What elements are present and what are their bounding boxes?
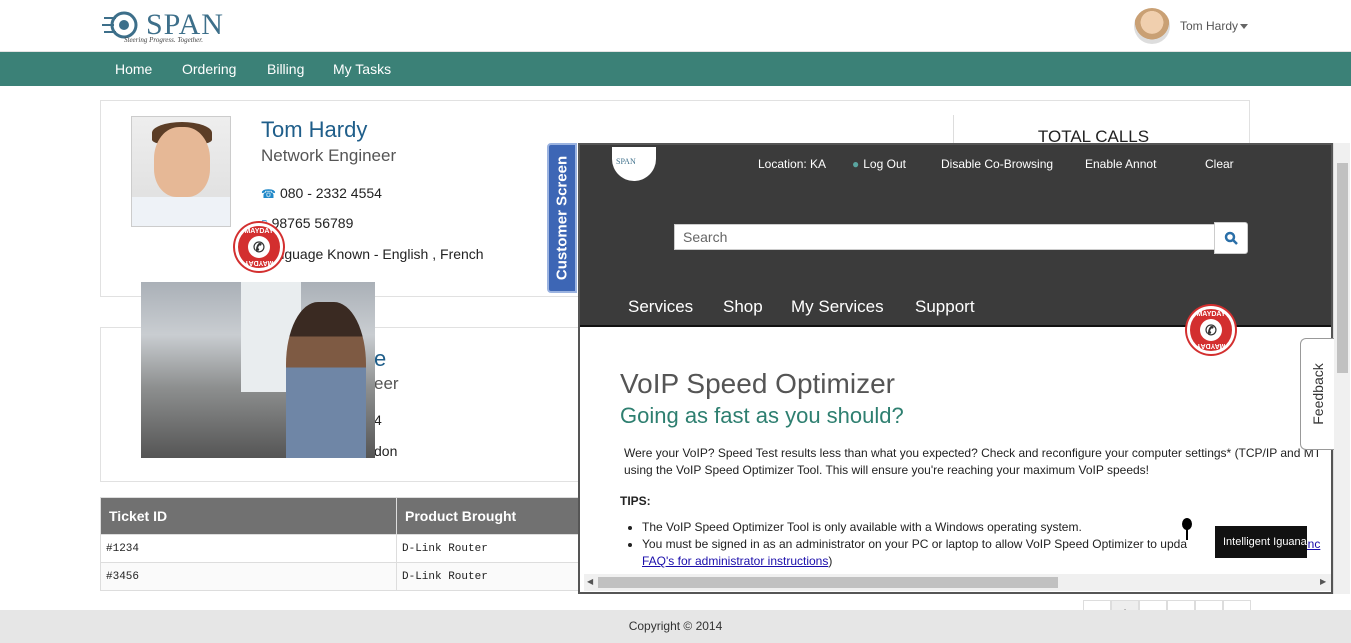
cs-search-input[interactable]: Search [674, 224, 1216, 250]
avatar [1134, 8, 1170, 44]
scroll-thumb[interactable] [1337, 163, 1348, 373]
user-menu[interactable]: Tom Hardy [1134, 8, 1249, 44]
cs-logo-text: SPAN [616, 157, 636, 166]
cs-horizontal-scrollbar[interactable]: ◀ ▶ [584, 574, 1331, 591]
product-cell: D-Link Router [396, 562, 580, 591]
video-feed[interactable] [141, 282, 375, 458]
cs-menu-shop[interactable]: Shop [723, 297, 763, 317]
phone-icon: ✆ [248, 236, 270, 258]
table-row[interactable]: #1234 D-Link Router [100, 534, 580, 563]
mayday-label-bottom: MAYDAY [1196, 342, 1226, 349]
page-vertical-scrollbar[interactable] [1333, 143, 1350, 594]
tip2-text: You must be signed in as an administrato… [642, 537, 1187, 551]
cs-header: SPAN Location: KA ● Log Out Disable Co-Br… [580, 145, 1331, 326]
mayday-label: MAYDAY [1196, 311, 1226, 318]
cs-page-subtitle: Going as fast as you should? [620, 403, 904, 428]
product-cell: D-Link Router [396, 534, 580, 563]
span-logo[interactable]: SPAN Steering Progress. Together. [102, 8, 232, 46]
cs-search-button[interactable] [1214, 222, 1248, 254]
cs-paragraph: Were your VoIP? Speed Test results less … [624, 446, 1321, 477]
profile-phone: ☎ 080 - 2332 4554 [261, 185, 382, 201]
cs-menu-support[interactable]: Support [915, 297, 975, 317]
second-language-fragment: don [374, 443, 398, 459]
mayday-label: MAYDAY [244, 228, 274, 235]
tooltip: Intelligent Iguana [1215, 526, 1307, 558]
profile-photo [131, 116, 231, 227]
nav-billing[interactable]: Billing [267, 61, 304, 77]
second-name-fragment: e [374, 346, 387, 371]
cs-menu-services[interactable]: Services [628, 297, 693, 317]
feedback-label: Feedback [1309, 363, 1326, 425]
cs-page-title: VoIP Speed Optimizer [620, 368, 895, 399]
phone-value: 080 - 2332 4554 [279, 185, 382, 201]
cs-logo[interactable]: SPAN [612, 147, 656, 181]
cs-tips-label: TIPS: [620, 494, 651, 508]
user-icon: ● [852, 157, 860, 171]
top-bar: SPAN Steering Progress. Together. Tom Ha… [0, 0, 1351, 52]
profile-role: Network Engineer [261, 146, 397, 165]
mayday-button-customer[interactable]: MAYDAY ✆ MAYDAY [1187, 306, 1235, 354]
customer-screen-tab[interactable]: Customer Screen [547, 143, 577, 293]
cs-clear[interactable]: Clear [1205, 157, 1234, 171]
caret-down-icon [1240, 23, 1249, 29]
cs-logout-label: Log Out [863, 157, 906, 171]
footer: Copyright © 2014 [0, 610, 1351, 643]
user-name: Tom Hardy [1180, 19, 1239, 33]
copyright-text: Copyright © 2014 [628, 619, 723, 633]
annotation-pin-icon[interactable] [1181, 518, 1193, 542]
cs-logout[interactable]: ● Log Out [852, 157, 906, 171]
main-nav: Home Ordering Billing My Tasks [0, 52, 1351, 86]
logo-tagline: Steering Progress. Together. [124, 36, 203, 44]
col-ticket-id[interactable]: Ticket ID [100, 497, 397, 535]
mobile-value: 98765 56789 [271, 215, 354, 231]
nav-home[interactable]: Home [115, 61, 152, 77]
ticket-id-cell: #1234 [100, 534, 397, 563]
mayday-button[interactable]: MAYDAY ✆ MAYDAY [235, 223, 283, 271]
phone-icon: ☎ [261, 187, 276, 201]
table-row[interactable]: #3456 D-Link Router [100, 562, 580, 591]
profile-language: Language Known - English , French [261, 246, 484, 262]
scroll-left-icon[interactable]: ◀ [587, 577, 593, 586]
cs-enable-annot[interactable]: Enable Annot [1085, 157, 1156, 171]
second-phone-fragment: 4 [374, 412, 382, 428]
customer-screen-tab-label: Customer Screen [553, 155, 571, 281]
search-icon [1224, 231, 1238, 245]
cs-menu-my-services[interactable]: My Services [791, 297, 884, 317]
cs-disable-cobrowsing[interactable]: Disable Co-Browsing [941, 157, 1053, 171]
ticket-id-cell: #3456 [100, 562, 397, 591]
table-header-row: Ticket ID Product Brought [100, 497, 580, 535]
faq-link[interactable]: FAQ's for administrator instructions [642, 554, 828, 568]
feedback-tab[interactable]: Feedback [1300, 338, 1334, 450]
cs-scroll-thumb[interactable] [598, 577, 1058, 588]
nav-ordering[interactable]: Ordering [182, 61, 236, 77]
nav-my-tasks[interactable]: My Tasks [333, 61, 391, 77]
cs-location: Location: KA [758, 157, 827, 171]
scroll-right-icon[interactable]: ▶ [1320, 577, 1326, 586]
second-role-fragment: eer [374, 374, 399, 393]
mayday-label-bottom: MAYDAY [244, 259, 274, 266]
tickets-table: Ticket ID Product Brought #1234 D-Link R… [100, 497, 580, 591]
total-calls-heading: TOTAL CALLS [953, 115, 1233, 146]
profile-name: Tom Hardy [261, 117, 368, 142]
phone-icon: ✆ [1200, 319, 1222, 341]
col-product[interactable]: Product Brought [396, 497, 580, 535]
tip2-end: ) [828, 554, 833, 568]
